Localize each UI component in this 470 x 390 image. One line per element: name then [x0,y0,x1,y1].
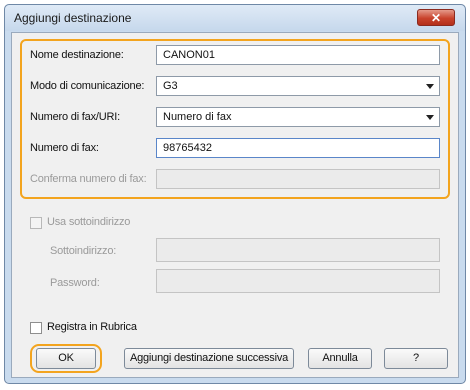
use-subaddress-checkbox[interactable] [30,217,42,229]
fax-uri-type-select[interactable]: Numero di fax [156,107,440,127]
fax-uri-type-value: Numero di fax [163,111,232,123]
add-next-destination-button[interactable]: Aggiungi destinazione successiva [124,348,294,369]
cancel-button[interactable]: Annulla [308,348,372,369]
close-button[interactable]: ✕ [417,9,455,26]
ok-button[interactable]: OK [36,348,96,369]
communication-mode-value: G3 [163,80,178,92]
confirm-fax-number-input[interactable] [156,169,440,189]
chevron-down-icon [426,115,434,120]
register-addressbook-label: Registra in Rubrica [47,321,137,333]
confirm-fax-label: Conferma numero di fax: [30,173,147,185]
password-input[interactable] [156,269,440,293]
mode-label: Modo di comunicazione: [30,80,145,92]
use-subaddress-label: Usa sottoindirizzo [47,216,131,228]
fax-number-input[interactable]: 98765432 [156,138,440,158]
title-bar: Aggiungi destinazione ✕ [5,5,465,31]
name-label: Nome destinazione: [30,49,124,61]
dialog-title: Aggiungi destinazione [14,11,132,25]
dialog-body: Nome destinazione: CANON01 Modo di comun… [11,32,459,378]
fax-uri-label: Numero di fax/URI: [30,111,120,123]
close-icon: ✕ [430,11,442,25]
subaddress-label: Sottoindirizzo: [50,245,117,257]
communication-mode-select[interactable]: G3 [156,76,440,96]
destination-name-input[interactable]: CANON01 [156,45,440,65]
fax-number-label: Numero di fax: [30,142,99,154]
password-label: Password: [50,277,100,289]
register-addressbook-checkbox[interactable] [30,322,42,334]
add-destination-dialog: Aggiungi destinazione ✕ Nome destinazion… [4,4,466,384]
chevron-down-icon [426,84,434,89]
subaddress-input[interactable] [156,238,440,262]
help-button[interactable]: ? [384,348,448,369]
